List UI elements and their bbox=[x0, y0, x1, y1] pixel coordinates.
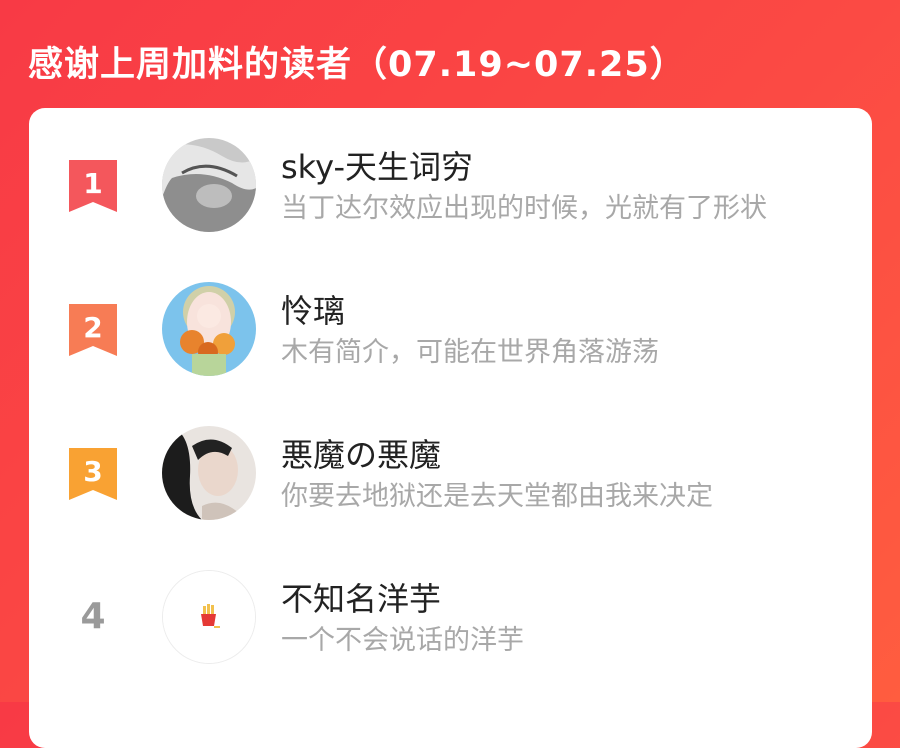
reader-bio: 木有简介，可能在世界角落游荡 bbox=[281, 337, 659, 368]
avatar[interactable] bbox=[162, 138, 256, 232]
reader-row[interactable]: 4 不知名洋芋 一个不会说话的洋芋 bbox=[29, 568, 872, 688]
reader-bio: 一个不会说话的洋芋 bbox=[281, 625, 524, 656]
anime-girl-flowers-avatar-icon bbox=[162, 282, 256, 376]
rank-number: 3 bbox=[83, 455, 102, 488]
reader-row[interactable]: 1 sky-天生词穷 当丁达尔效应出现的时候，光就有了形状 bbox=[29, 136, 872, 256]
french-fries-avatar-icon bbox=[163, 571, 255, 663]
sleeping-boy-avatar-icon bbox=[162, 138, 256, 232]
reader-row[interactable]: 3 悪魔の悪魔 你要去地狱还是去天堂都由我来决定 bbox=[29, 424, 872, 544]
reader-name: 怜璃 bbox=[281, 292, 346, 330]
reader-bio: 你要去地狱还是去天堂都由我来决定 bbox=[281, 481, 713, 512]
avatar[interactable] bbox=[162, 570, 256, 664]
rank-2-badge-icon: 2 bbox=[69, 304, 117, 356]
reader-name: 悪魔の悪魔 bbox=[281, 436, 442, 474]
reader-name: sky-天生词穷 bbox=[281, 148, 473, 186]
rank-number: 1 bbox=[83, 167, 102, 200]
avatar[interactable] bbox=[162, 426, 256, 520]
rank-number: 4 bbox=[80, 596, 106, 637]
reader-row[interactable]: 2 怜璃 木有简介，可能在世界角落游荡 bbox=[29, 280, 872, 400]
rank-number: 2 bbox=[83, 311, 102, 344]
rank-3-badge-icon: 3 bbox=[69, 448, 117, 500]
rank-1-badge-icon: 1 bbox=[69, 160, 117, 212]
page-title: 感谢上周加料的读者（07.19~07.25） bbox=[28, 45, 686, 85]
reader-list-card: 1 sky-天生词穷 当丁达尔效应出现的时候，光就有了形状 2 怜璃 木有简介，… bbox=[29, 108, 872, 748]
girl-portrait-avatar-icon bbox=[162, 426, 256, 520]
avatar[interactable] bbox=[162, 282, 256, 376]
reader-bio: 当丁达尔效应出现的时候，光就有了形状 bbox=[281, 193, 767, 224]
reader-name: 不知名洋芋 bbox=[281, 580, 442, 618]
